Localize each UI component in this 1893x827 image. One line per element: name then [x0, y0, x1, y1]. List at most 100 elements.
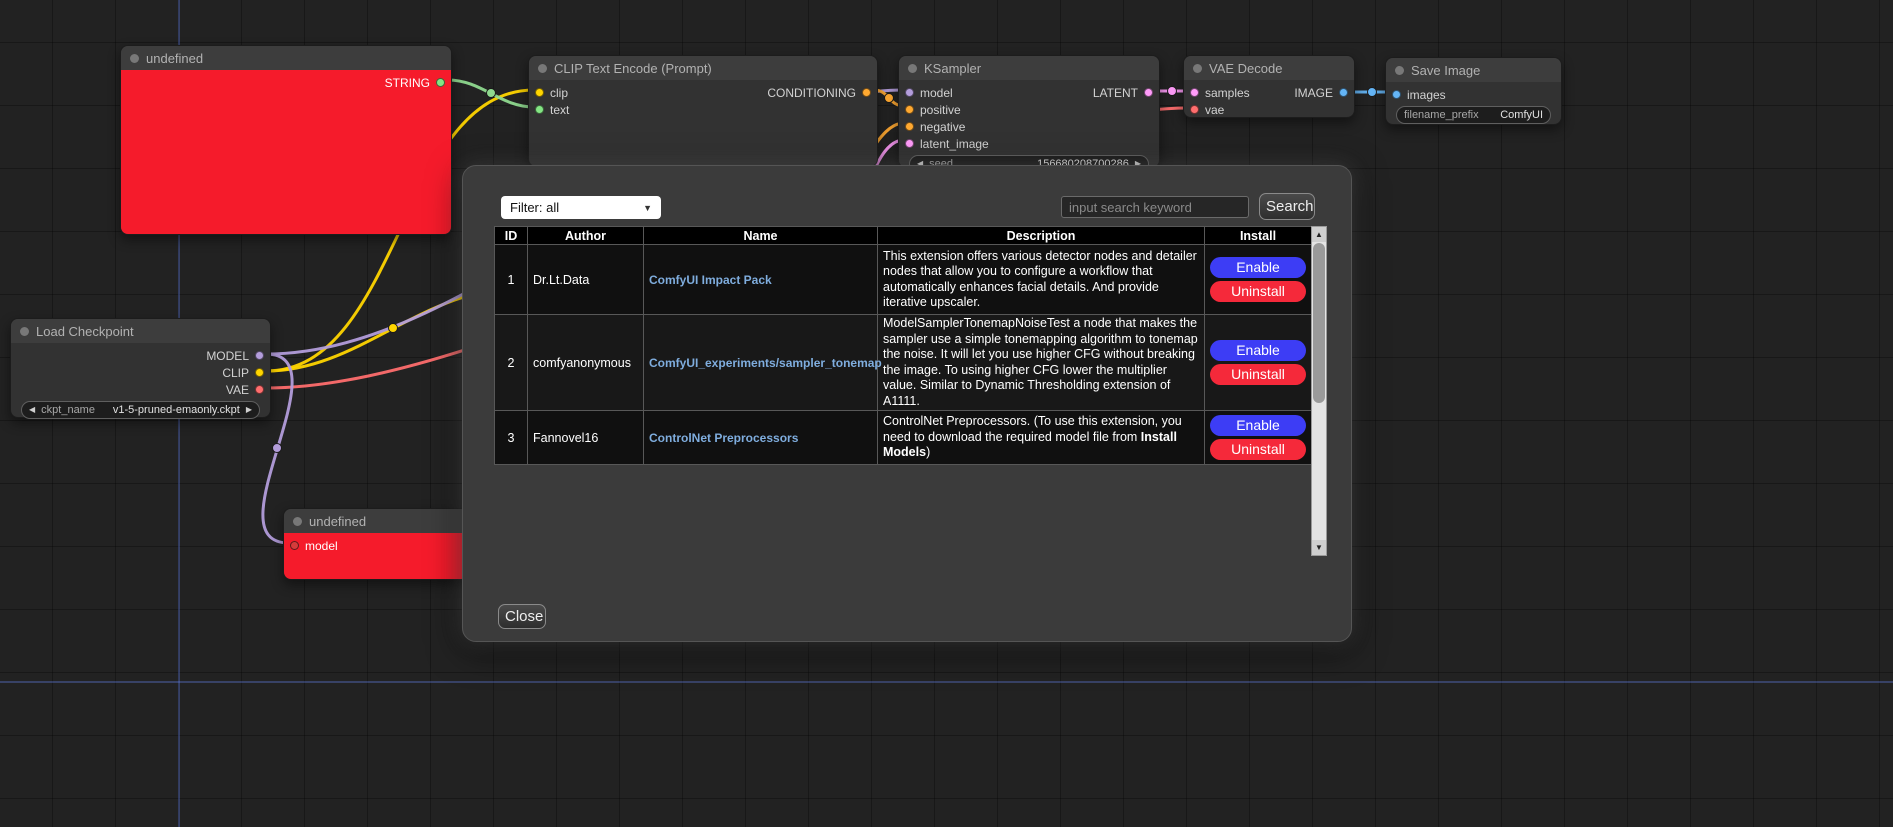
- search-input[interactable]: [1061, 196, 1249, 218]
- node-title-bar[interactable]: KSampler: [899, 56, 1159, 80]
- column-header-description: Description: [878, 227, 1205, 245]
- input-label: samples: [1205, 86, 1250, 100]
- node-undefined-bottom[interactable]: undefined model: [283, 508, 469, 580]
- cell-description: This extension offers various detector n…: [878, 245, 1205, 315]
- output-label: CONDITIONING: [767, 86, 856, 100]
- vae-output-dot-icon[interactable]: [255, 385, 264, 394]
- latent-output-dot-icon[interactable]: [1144, 88, 1153, 97]
- link-midpoint-dot: [273, 444, 282, 453]
- widget-name: ckpt_name: [41, 404, 95, 416]
- node-title: Save Image: [1411, 63, 1480, 78]
- node-title-bar[interactable]: undefined: [284, 509, 468, 533]
- uninstall-button[interactable]: Uninstall: [1210, 364, 1306, 385]
- error-node-body: model: [284, 533, 468, 579]
- samples-input-dot-icon[interactable]: [1190, 88, 1199, 97]
- cell-install: Enable Uninstall: [1205, 245, 1312, 315]
- output-label: VAE: [226, 383, 249, 397]
- scrollbar-thumb[interactable]: [1313, 243, 1325, 403]
- model-input-dot-icon[interactable]: [905, 88, 914, 97]
- table-header-row: ID Author Name Description Install: [495, 227, 1312, 245]
- clip-output-dot-icon[interactable]: [255, 368, 264, 377]
- node-title: VAE Decode: [1209, 61, 1282, 76]
- collapse-dot-icon[interactable]: [20, 327, 29, 336]
- link-midpoint-dot: [487, 89, 496, 98]
- collapse-dot-icon[interactable]: [1193, 64, 1202, 73]
- node-title-bar[interactable]: Load Checkpoint: [11, 319, 270, 343]
- table-scrollbar[interactable]: ▲ ▼: [1311, 226, 1327, 556]
- output-label: LATENT: [1093, 86, 1138, 100]
- cell-id: 2: [495, 315, 528, 411]
- model-output-dot-icon[interactable]: [255, 351, 264, 360]
- link-midpoint-dot: [1368, 88, 1377, 97]
- vae-input-dot-icon[interactable]: [1190, 105, 1199, 114]
- input-label: text: [550, 103, 569, 117]
- cell-name: ControlNet Preprocessors: [644, 411, 878, 465]
- widget-name: filename_prefix: [1404, 109, 1479, 121]
- negative-input-dot-icon[interactable]: [905, 122, 914, 131]
- cell-description: ControlNet Preprocessors. (To use this e…: [878, 411, 1205, 465]
- string-output-dot-icon[interactable]: [436, 78, 445, 87]
- latent-image-input-dot-icon[interactable]: [905, 139, 914, 148]
- input-label: images: [1407, 88, 1446, 102]
- filter-dropdown[interactable]: Filter: all ▼: [501, 196, 661, 219]
- input-label: latent_image: [920, 137, 989, 151]
- node-save-image[interactable]: Save Image images filename_prefix ComfyU…: [1385, 57, 1562, 125]
- search-button[interactable]: Search: [1259, 193, 1315, 220]
- decrement-arrow-icon[interactable]: ◀: [29, 406, 35, 414]
- collapse-dot-icon[interactable]: [538, 64, 547, 73]
- collapse-dot-icon[interactable]: [908, 64, 917, 73]
- positive-input-dot-icon[interactable]: [905, 105, 914, 114]
- node-body: model LATENT positive negative latent_im…: [899, 80, 1159, 167]
- clip-input-dot-icon[interactable]: [535, 88, 544, 97]
- widget-value: v1-5-pruned-emaonly.ckpt: [113, 404, 240, 416]
- enable-button[interactable]: Enable: [1210, 257, 1306, 278]
- node-title-bar[interactable]: undefined: [121, 46, 451, 70]
- cell-install: Enable Uninstall: [1205, 411, 1312, 465]
- uninstall-button[interactable]: Uninstall: [1210, 439, 1306, 460]
- node-vae-decode[interactable]: VAE Decode samples IMAGE vae: [1183, 55, 1355, 118]
- output-slot-row: STRING: [121, 74, 451, 91]
- uninstall-button[interactable]: Uninstall: [1210, 281, 1306, 302]
- node-body: samples IMAGE vae: [1184, 80, 1354, 117]
- table-row: 3 Fannovel16 ControlNet Preprocessors Co…: [495, 411, 1312, 465]
- input-label: model: [920, 86, 953, 100]
- node-title: undefined: [309, 514, 366, 529]
- text-input-dot-icon[interactable]: [535, 105, 544, 114]
- scroll-down-icon[interactable]: ▼: [1312, 540, 1326, 555]
- extension-link[interactable]: ComfyUI Impact Pack: [649, 273, 772, 287]
- images-input-dot-icon[interactable]: [1392, 90, 1401, 99]
- output-label: IMAGE: [1294, 86, 1333, 100]
- image-output-dot-icon[interactable]: [1339, 88, 1348, 97]
- close-button[interactable]: Close: [498, 604, 546, 629]
- model-input-dot-icon[interactable]: [290, 541, 299, 550]
- extension-table-container: ID Author Name Description Install 1 Dr.…: [494, 226, 1327, 556]
- node-title: Load Checkpoint: [36, 324, 134, 339]
- node-undefined-top[interactable]: undefined STRING: [120, 45, 452, 235]
- node-body: images filename_prefix ComfyUI: [1386, 82, 1561, 124]
- link-midpoint-dot: [1168, 87, 1177, 96]
- node-title-bar[interactable]: CLIP Text Encode (Prompt): [529, 56, 877, 80]
- column-header-name: Name: [644, 227, 878, 245]
- node-ksampler[interactable]: KSampler model LATENT positive negative …: [898, 55, 1160, 168]
- link-midpoint-dot: [389, 324, 398, 333]
- scroll-up-icon[interactable]: ▲: [1312, 227, 1326, 242]
- node-body: clip CONDITIONING text: [529, 80, 877, 166]
- cell-description: ModelSamplerTonemapNoiseTest a node that…: [878, 315, 1205, 411]
- node-title-bar[interactable]: VAE Decode: [1184, 56, 1354, 80]
- node-load-checkpoint[interactable]: Load Checkpoint MODEL CLIP VAE ◀ ckpt_na…: [10, 318, 271, 418]
- filename-prefix-widget[interactable]: filename_prefix ComfyUI: [1396, 106, 1551, 124]
- increment-arrow-icon[interactable]: ▶: [246, 406, 252, 414]
- enable-button[interactable]: Enable: [1210, 340, 1306, 361]
- enable-button[interactable]: Enable: [1210, 415, 1306, 436]
- conditioning-output-dot-icon[interactable]: [862, 88, 871, 97]
- collapse-dot-icon[interactable]: [1395, 66, 1404, 75]
- collapse-dot-icon[interactable]: [293, 517, 302, 526]
- ckpt-name-widget[interactable]: ◀ ckpt_name v1-5-pruned-emaonly.ckpt ▶: [21, 401, 260, 419]
- extension-link[interactable]: ControlNet Preprocessors: [649, 431, 798, 445]
- collapse-dot-icon[interactable]: [130, 54, 139, 63]
- link-midpoint-dot: [885, 94, 894, 103]
- extension-link[interactable]: ComfyUI_experiments/sampler_tonemap: [649, 356, 882, 370]
- input-label: positive: [920, 103, 961, 117]
- node-clip-text-encode[interactable]: CLIP Text Encode (Prompt) clip CONDITION…: [528, 55, 878, 167]
- node-title-bar[interactable]: Save Image: [1386, 58, 1561, 82]
